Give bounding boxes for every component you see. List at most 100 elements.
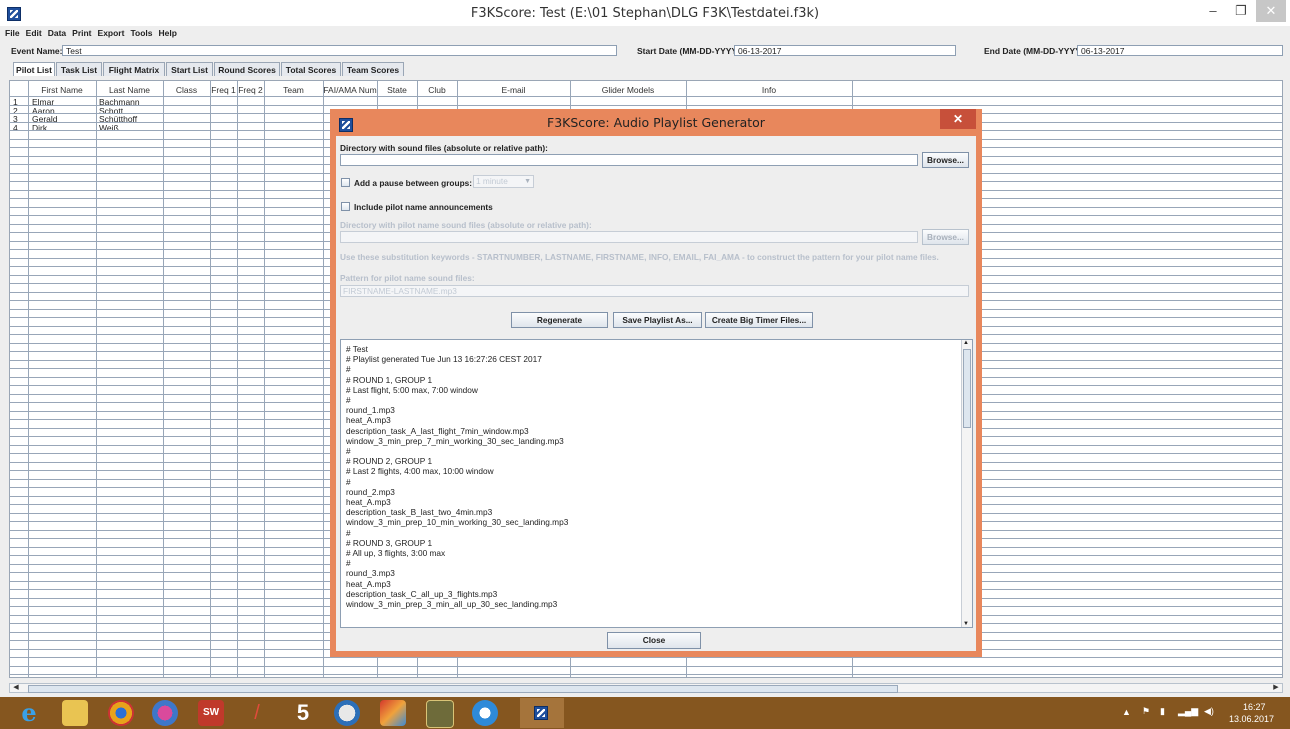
event-name-label: Event Name: <box>11 46 63 56</box>
column-header-glider-models[interactable]: Glider Models <box>570 85 686 96</box>
solidworks-icon[interactable]: SW <box>198 700 224 726</box>
tab-flight-matrix[interactable]: Flight Matrix <box>103 62 165 76</box>
playlist-line: heat_A.mp3 <box>346 497 391 507</box>
taskbar: e SW / 5 ▲ ⚑ ▮ ▂▄▆ ◀) 16:27 13.06.2017 <box>0 697 1290 729</box>
tab-total-scores[interactable]: Total Scores <box>281 62 341 76</box>
create-big-timer-button[interactable]: Create Big Timer Files... <box>705 312 813 328</box>
tab-round-scores[interactable]: Round Scores <box>214 62 280 76</box>
pause-label: Add a pause between groups: <box>354 178 473 188</box>
window-title: F3KScore: Test (E:\01 Stephan\DLG F3K\Te… <box>470 6 820 21</box>
paint-app-icon[interactable] <box>152 700 178 726</box>
title-bar: F3KScore: Test (E:\01 Stephan\DLG F3K\Te… <box>0 0 1290 26</box>
playlist-line: round_1.mp3 <box>346 405 395 416</box>
internet-explorer-icon[interactable]: e <box>16 700 42 726</box>
playlist-textarea[interactable]: # Test # Playlist generated Tue Jun 13 16… <box>340 339 973 628</box>
skype-app-icon[interactable] <box>472 700 498 726</box>
menu-file[interactable]: File <box>5 28 20 38</box>
pause-select[interactable]: 1 minute ▼ <box>473 175 534 188</box>
file-explorer-icon[interactable] <box>62 700 88 726</box>
menu-edit[interactable]: Edit <box>26 28 42 38</box>
chrome-icon[interactable] <box>108 700 134 726</box>
paint-brush-icon[interactable] <box>380 700 406 726</box>
compass-app-icon[interactable] <box>334 700 360 726</box>
maximize-button[interactable]: ❐ <box>1228 0 1254 22</box>
browse-pilot-button[interactable]: Browse... <box>922 229 969 245</box>
playlist-line: round_2.mp3 <box>346 486 395 497</box>
dialog-close-button[interactable]: ✕ <box>940 109 976 129</box>
playlist-line: description_task_C_all_up_3_flights.mp3 <box>346 588 498 599</box>
scrollbar-thumb[interactable] <box>28 685 898 693</box>
tab-task-list[interactable]: Task List <box>56 62 102 76</box>
tab-team-scores[interactable]: Team Scores <box>342 62 404 76</box>
playlist-line: window_3_min_prep_3_min_all_up_30_sec_la… <box>346 599 558 609</box>
playlist-line: window_3_min_prep_7_min_working_30_sec_l… <box>346 435 564 446</box>
clock-date[interactable]: 13.06.2017 <box>1229 714 1274 724</box>
playlist-line: # ROUND 1, GROUP 1 <box>346 374 433 385</box>
column-header-class[interactable]: Class <box>163 85 210 96</box>
taskbar-active-app[interactable] <box>520 698 564 728</box>
photo-viewer-icon[interactable] <box>426 700 454 728</box>
playlist-line: # All up, 3 flights, 3:00 max <box>346 548 446 558</box>
pilot-directory-field[interactable] <box>340 231 918 243</box>
playlist-line: # <box>346 364 351 375</box>
pen-tool-icon[interactable]: / <box>244 700 270 726</box>
menu-export[interactable]: Export <box>98 28 125 38</box>
start-date-label: Start Date (MM-DD-YYYY): <box>637 46 743 56</box>
battery-icon[interactable]: ▮ <box>1160 706 1165 717</box>
column-header-club[interactable]: Club <box>417 85 457 96</box>
menu-tools[interactable]: Tools <box>130 28 152 38</box>
scroll-down-icon[interactable]: ▼ <box>963 621 969 627</box>
tab-start-list[interactable]: Start List <box>166 62 213 76</box>
tab-pilot-list[interactable]: Pilot List <box>13 62 55 76</box>
flag-icon[interactable]: ⚑ <box>1142 706 1150 717</box>
horizontal-scrollbar[interactable]: ◀ ▶ <box>9 683 1283 693</box>
save-playlist-button[interactable]: Save Playlist As... <box>613 312 702 328</box>
pattern-field[interactable]: FIRSTNAME-LASTNAME.mp3 <box>340 285 969 297</box>
playlist-line: # <box>346 395 351 405</box>
scroll-left-icon[interactable]: ◀ <box>11 684 21 692</box>
directory-field[interactable] <box>340 154 918 166</box>
volume-icon[interactable]: ◀) <box>1204 706 1214 717</box>
scrollbar-thumb[interactable] <box>963 349 971 428</box>
five-app-icon[interactable]: 5 <box>290 700 316 726</box>
column-header-info[interactable]: Info <box>686 85 852 96</box>
menu-data[interactable]: Data <box>48 28 66 38</box>
regenerate-button[interactable]: Regenerate <box>511 312 608 328</box>
column-header-fai-ama[interactable]: FAI/AMA Num <box>323 85 377 96</box>
event-name-field[interactable]: Test <box>62 45 617 56</box>
minimize-button[interactable]: ‒ <box>1200 0 1226 22</box>
dialog-title: F3KScore: Audio Playlist Generator <box>547 115 765 130</box>
menu-help[interactable]: Help <box>159 28 177 38</box>
column-header-last-name[interactable]: Last Name <box>96 85 163 96</box>
playlist-line: round_3.mp3 <box>346 568 395 579</box>
scroll-up-icon[interactable]: ▲ <box>963 340 969 346</box>
end-date-label: End Date (MM-DD-YYYY): <box>984 46 1087 56</box>
network-icon[interactable]: ▂▄▆ <box>1178 706 1198 717</box>
pilot-directory-label: Directory with pilot name sound files (a… <box>340 220 592 230</box>
column-header-state[interactable]: State <box>377 85 417 96</box>
column-header-team[interactable]: Team <box>264 85 323 96</box>
scroll-right-icon[interactable]: ▶ <box>1271 684 1281 692</box>
close-button[interactable]: ✕ <box>1256 0 1286 22</box>
pilot-names-checkbox[interactable] <box>341 202 350 211</box>
vertical-scrollbar[interactable]: ▲ ▼ <box>961 340 972 627</box>
start-date-field[interactable]: 06-13-2017 <box>734 45 956 56</box>
row-divider <box>10 674 1282 675</box>
dialog-close-bottom-button[interactable]: Close <box>607 632 701 649</box>
browse-button[interactable]: Browse... <box>922 152 969 168</box>
column-header-first-name[interactable]: First Name <box>28 85 96 96</box>
row-divider <box>10 104 1282 106</box>
end-date-field[interactable]: 06-13-2017 <box>1077 45 1283 56</box>
column-header-email[interactable]: E-mail <box>457 85 570 96</box>
tray-up-icon[interactable]: ▲ <box>1122 707 1131 717</box>
clock-time[interactable]: 16:27 <box>1243 702 1266 712</box>
f3kscore-icon <box>534 706 548 720</box>
directory-label: Directory with sound files (absolute or … <box>340 143 548 153</box>
pause-checkbox[interactable] <box>341 178 350 187</box>
playlist-line: # ROUND 2, GROUP 1 <box>346 456 433 467</box>
menu-print[interactable]: Print <box>72 28 91 38</box>
column-header-freq1[interactable]: Freq 1 <box>210 85 237 96</box>
column-header-freq2[interactable]: Freq 2 <box>237 85 264 96</box>
playlist-line: # <box>346 476 351 487</box>
playlist-line: # <box>346 527 351 538</box>
